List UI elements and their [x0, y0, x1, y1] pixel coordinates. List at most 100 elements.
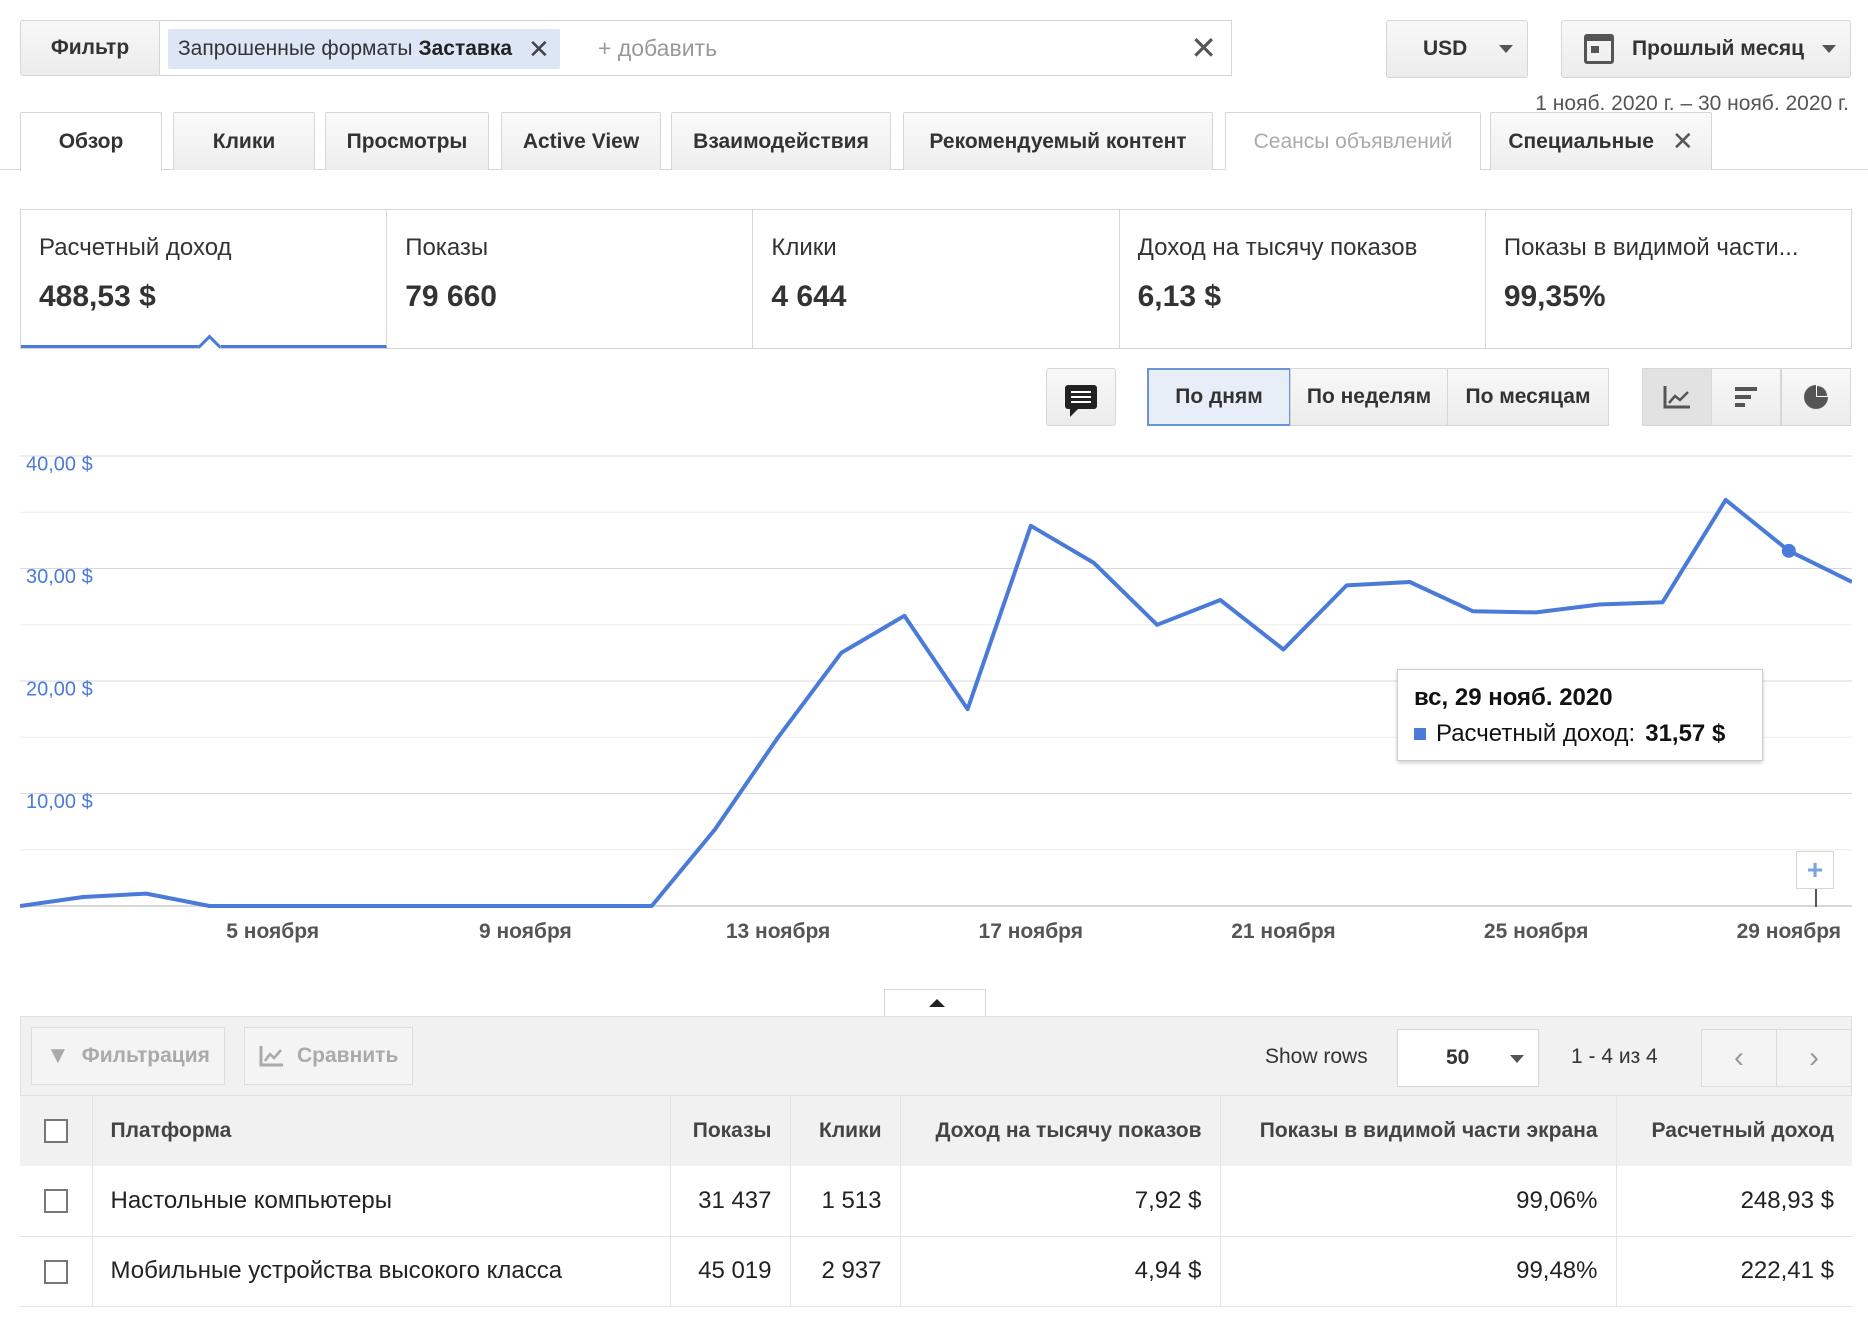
tab-views[interactable]: Просмотры — [325, 112, 489, 170]
platform-table: Платформа Показы Клики Доход на тысячу п… — [20, 1096, 1852, 1307]
highlighted-point — [1781, 543, 1796, 558]
chevron-right-icon: › — [1809, 1041, 1819, 1074]
metric-card-rpm[interactable]: Доход на тысячу показов 6,13 $ — [1119, 210, 1486, 348]
row-checkbox-cell[interactable] — [20, 1236, 93, 1307]
granularity-week-button[interactable]: По неделям — [1290, 368, 1448, 426]
tab-label: Сеансы объявлений — [1253, 129, 1453, 153]
table-toolbar: ▼ Фильтрация Сравнить Show rows 50 1 - 4… — [20, 1016, 1852, 1096]
currency-select[interactable]: USD — [1386, 20, 1528, 78]
x-tick-label: 5 ноября — [226, 920, 319, 943]
table-row[interactable]: Настольные компьютеры 31 437 1 513 7,92 … — [20, 1166, 1852, 1237]
filter-button[interactable]: Фильтр — [20, 20, 160, 76]
granularity-day-button[interactable]: По дням — [1147, 368, 1291, 426]
annotation-button[interactable] — [1046, 368, 1116, 426]
granularity-month-button[interactable]: По месяцам — [1447, 368, 1609, 426]
metric-label: Доход на тысячу показов — [1137, 234, 1418, 261]
rows-per-page-select[interactable]: 50 — [1397, 1029, 1539, 1087]
filter-chip[interactable]: Запрошенные форматы Заставка ✕ — [168, 29, 560, 69]
tooltip-label: Расчетный доход: — [1436, 720, 1636, 747]
select-all-checkbox[interactable] — [43, 1119, 68, 1144]
column-header-viewable[interactable]: Показы в видимой части экрана — [1220, 1096, 1617, 1166]
series-swatch — [1414, 728, 1426, 740]
comment-icon — [1065, 385, 1097, 417]
tab-clicks[interactable]: Клики — [173, 112, 315, 170]
metric-label: Показы — [405, 234, 489, 261]
viewable-cell: 99,06% — [1220, 1166, 1617, 1237]
tab-label: Просмотры — [346, 129, 468, 153]
y-tick-label: 10,00 $ — [26, 791, 93, 813]
pagination-info: 1 - 4 из 4 — [1571, 1045, 1658, 1068]
column-header-revenue[interactable]: Расчетный доход — [1616, 1096, 1852, 1166]
column-header-rpm[interactable]: Доход на тысячу показов — [900, 1096, 1221, 1166]
metric-value: 99,35% — [1503, 280, 1606, 313]
column-header-impressions[interactable]: Показы — [670, 1096, 791, 1166]
tab-label: Взаимодействия — [693, 129, 869, 153]
currency-value: USD — [1423, 37, 1468, 60]
chevron-left-icon: ‹ — [1734, 1041, 1744, 1074]
metric-card-viewable[interactable]: Показы в видимой части... 99,35% — [1485, 210, 1852, 348]
tab-label: Специальные — [1508, 129, 1654, 153]
metric-value: 488,53 $ — [39, 280, 156, 313]
tab-label: Рекомендуемый контент — [929, 129, 1187, 153]
filter-chip-value: Заставка — [418, 37, 513, 60]
metric-card-impressions[interactable]: Показы 79 660 — [387, 210, 754, 348]
rpm-cell: 4,94 $ — [900, 1236, 1221, 1307]
y-tick-label: 20,00 $ — [26, 679, 93, 701]
clear-filter-icon[interactable]: ✕ — [1190, 29, 1217, 67]
table-row[interactable]: Мобильные устройства высокого класса 45 … — [20, 1236, 1852, 1307]
close-icon[interactable]: ✕ — [1672, 126, 1694, 157]
tab-custom[interactable]: Специальные ✕ — [1490, 112, 1712, 170]
bar-chart-view-button[interactable] — [1711, 368, 1781, 426]
horizontal-bars-icon — [1735, 387, 1757, 407]
rpm-cell: 7,92 $ — [900, 1166, 1221, 1237]
tab-interactions[interactable]: Взаимодействия — [671, 112, 891, 170]
period-label: Прошлый месяц — [1632, 37, 1805, 60]
selection-notch — [199, 336, 221, 348]
column-header-platform[interactable]: Платформа — [92, 1096, 671, 1166]
remove-chip-icon[interactable]: ✕ — [528, 34, 550, 65]
line-chart-icon — [1663, 386, 1690, 409]
add-filter-input[interactable]: + добавить — [598, 35, 717, 62]
pie-chart-view-button[interactable] — [1781, 368, 1851, 426]
revenue-cell: 248,93 $ — [1616, 1166, 1852, 1237]
line-chart-view-button[interactable] — [1642, 368, 1712, 426]
tab-active-view[interactable]: Active View — [501, 112, 661, 170]
row-checkbox[interactable] — [43, 1189, 68, 1214]
period-select[interactable]: Прошлый месяц — [1561, 20, 1851, 78]
add-annotation-icon[interactable]: + — [1796, 851, 1834, 889]
impressions-cell: 45 019 — [670, 1236, 791, 1307]
granularity-label: По дням — [1175, 385, 1263, 408]
next-page-button[interactable]: › — [1776, 1029, 1852, 1087]
tab-recommended-content[interactable]: Рекомендуемый контент — [903, 112, 1213, 170]
metric-label: Показы в видимой части... — [1503, 234, 1799, 261]
chart-tooltip: вс, 29 нояб. 2020 Расчетный доход: 31,57… — [1397, 669, 1763, 761]
y-axis-labels: 40,00 $ 30,00 $ 20,00 $ 10,00 $ — [26, 454, 93, 814]
table-filter-button: ▼ Фильтрация — [31, 1027, 225, 1085]
revenue-cell: 222,41 $ — [1616, 1236, 1852, 1307]
metric-card-clicks[interactable]: Клики 4 644 — [753, 210, 1120, 348]
filter-box[interactable]: Запрошенные форматы Заставка ✕ + добавит… — [160, 20, 1232, 76]
viewable-cell: 99,48% — [1220, 1236, 1617, 1307]
granularity-label: По месяцам — [1465, 385, 1591, 408]
collapse-chart-toggle[interactable] — [884, 989, 986, 1017]
metric-label: Расчетный доход — [39, 234, 232, 261]
metric-value: 6,13 $ — [1137, 280, 1222, 313]
tab-overview[interactable]: Обзор — [20, 112, 162, 171]
row-checkbox[interactable] — [43, 1259, 68, 1284]
compare-button: Сравнить — [244, 1027, 414, 1085]
platform-cell: Мобильные устройства высокого класса — [92, 1236, 671, 1307]
column-header-clicks[interactable]: Клики — [790, 1096, 901, 1166]
row-checkbox-cell[interactable] — [20, 1166, 93, 1237]
metric-card-revenue[interactable]: Расчетный доход 488,53 $ — [21, 210, 388, 348]
clicks-cell: 2 937 — [790, 1236, 901, 1307]
filter-chip-label: Запрошенные форматы — [178, 37, 413, 60]
select-all-checkbox-cell[interactable] — [20, 1096, 93, 1166]
tab-label: Обзор — [58, 130, 124, 153]
x-tick-label: 21 ноября — [1231, 920, 1335, 943]
metric-label: Клики — [771, 234, 837, 261]
chevron-down-icon — [1510, 1055, 1524, 1063]
clicks-cell: 1 513 — [790, 1166, 901, 1237]
rows-per-page-value: 50 — [1446, 1046, 1470, 1069]
x-tick-label: 25 ноября — [1484, 920, 1588, 943]
prev-page-button[interactable]: ‹ — [1701, 1029, 1777, 1087]
